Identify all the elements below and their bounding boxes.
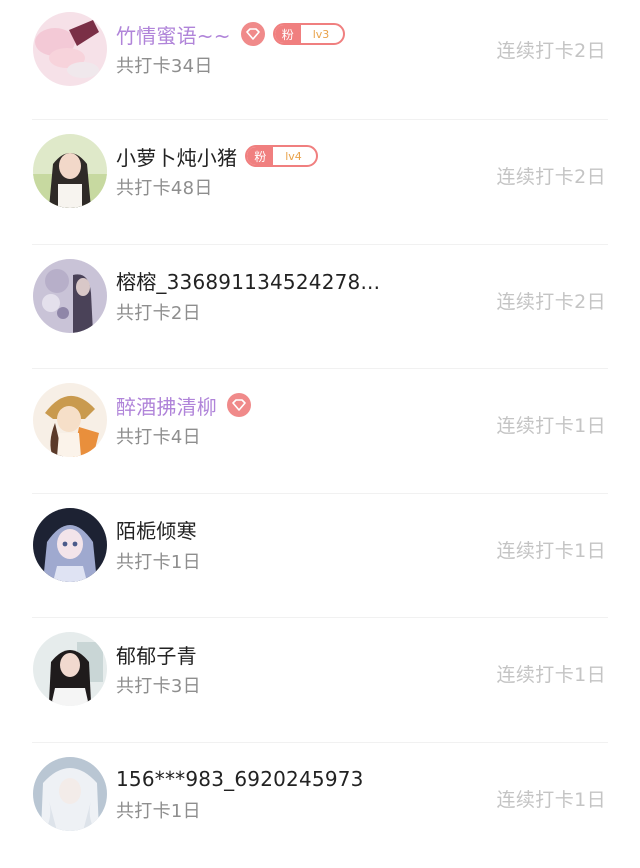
list-item[interactable]: 榕榕_336891134524278... 共打卡2日 连续打卡2日 — [0, 245, 640, 370]
avatar-anime-girl-icon — [33, 383, 107, 458]
list-item[interactable]: 陌栀倾寒 共打卡1日 连续打卡1日 — [0, 494, 640, 619]
list-item[interactable]: 小萝卜炖小猪 粉 lv4 共打卡48日 连续打卡2日 — [0, 120, 640, 245]
diamond-icon — [240, 22, 265, 46]
avatar-girl-photo-icon — [33, 632, 107, 707]
streak-text: 连续打卡2日 — [496, 166, 606, 188]
user-name[interactable]: 竹情蜜语~~ — [116, 20, 231, 49]
total-checkins: 共打卡4日 — [116, 427, 201, 449]
total-checkins: 共打卡1日 — [116, 800, 201, 822]
fan-level: lv4 — [285, 149, 302, 163]
user-name[interactable]: 156***983_6920245973 — [116, 767, 364, 791]
avatar[interactable] — [33, 756, 107, 831]
avatar-illustration-icon — [33, 756, 107, 831]
avatar[interactable] — [33, 258, 107, 333]
avatar[interactable] — [33, 134, 107, 208]
list-item[interactable]: 醉酒拂清柳 共打卡4日 连续打卡1日 — [0, 369, 640, 494]
user-name[interactable]: 榕榕_336891134524278... — [116, 266, 380, 295]
avatar-anime-portrait-icon — [33, 507, 107, 582]
fan-label: 粉 — [274, 25, 301, 43]
avatar[interactable] — [33, 12, 107, 86]
streak-text: 连续打卡1日 — [496, 539, 606, 562]
user-name[interactable]: 小萝卜炖小猪 — [116, 142, 237, 171]
avatar[interactable] — [33, 507, 107, 582]
fan-level-badge: 粉 lv3 — [272, 23, 346, 45]
avatar-illustration-icon — [33, 258, 107, 333]
total-checkins: 共打卡2日 — [116, 302, 201, 324]
avatar-hand-photo-icon — [33, 12, 107, 86]
avatar[interactable] — [33, 632, 107, 707]
fan-level: lv3 — [312, 27, 330, 41]
avatar[interactable] — [33, 383, 107, 458]
list-item[interactable]: 竹情蜜语~~ 粉 lv3 共打卡34日 连续打卡2日 — [0, 0, 640, 120]
total-checkins: 共打卡1日 — [116, 551, 201, 573]
user-name[interactable]: 醉酒拂清柳 — [116, 391, 217, 420]
total-checkins: 共打卡48日 — [116, 178, 213, 199]
checkin-list: 竹情蜜语~~ 粉 lv3 共打卡34日 连续打卡2日 小萝卜炖小猪 粉 lv4 … — [0, 0, 640, 868]
streak-text: 连续打卡1日 — [496, 788, 606, 811]
fan-label: 粉 — [247, 147, 274, 165]
list-item[interactable]: 郁郁子青 共打卡3日 连续打卡1日 — [0, 618, 640, 743]
total-checkins: 共打卡3日 — [116, 676, 201, 698]
fan-level-badge: 粉 lv4 — [245, 145, 318, 167]
diamond-icon — [227, 393, 251, 418]
streak-text: 连续打卡2日 — [496, 40, 606, 62]
user-name[interactable]: 郁郁子青 — [116, 640, 197, 669]
streak-text: 连续打卡2日 — [496, 290, 606, 313]
streak-text: 连续打卡1日 — [496, 664, 606, 687]
streak-text: 连续打卡1日 — [496, 415, 606, 438]
total-checkins: 共打卡34日 — [116, 56, 213, 77]
user-name[interactable]: 陌栀倾寒 — [116, 515, 197, 544]
list-item[interactable]: 156***983_6920245973 共打卡1日 连续打卡1日 — [0, 743, 640, 868]
avatar-girl-photo-icon — [33, 134, 107, 208]
